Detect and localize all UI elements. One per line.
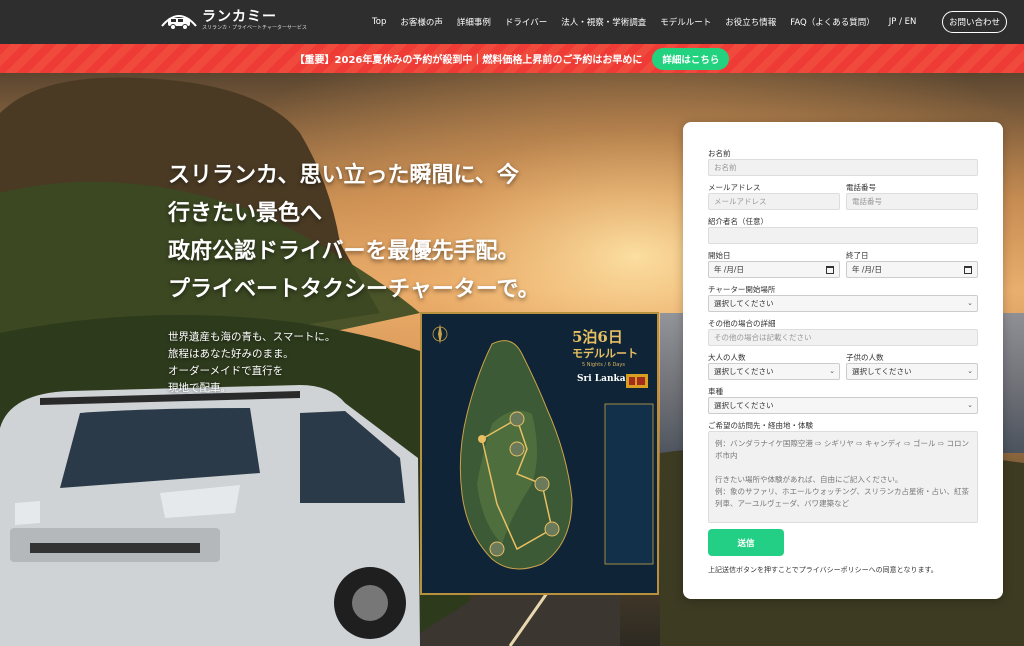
hero-section: スリランカ、思い立った瞬間に、今 行きたい景色へ 政府公認ドライバーを最優先手配…	[0, 73, 1024, 646]
phone-field[interactable]: 電話番号	[846, 193, 978, 210]
hero-title-line: スリランカ、思い立った瞬間に、今	[168, 163, 519, 188]
poster-subtitle: 5 Nights / 6 Days	[582, 362, 625, 368]
other-details-field[interactable]: その他の場合は記載ください	[708, 329, 978, 346]
hero-subtitle-line: オーダーメイドで直行を	[168, 365, 284, 377]
inquiry-form: お名前 お名前 メールアドレス メールアドレス 電話番号 電話番号 紹介者名（任…	[683, 122, 1003, 599]
wish-label: ご希望の訪問先・経由地・体験	[708, 421, 813, 430]
vehicle-label: 車種	[708, 387, 723, 396]
site-header: ランカミー スリランカ・プライベートチャーターサービス Top お客様の声 詳細…	[0, 0, 1024, 44]
hero-subtitle-line: 現地で配車。	[168, 382, 231, 394]
logo-car-icon	[160, 8, 198, 32]
nav-model-route[interactable]: モデルルート	[660, 16, 711, 28]
adults-select[interactable]: 選択してください ⌄	[708, 363, 840, 380]
referrer-field[interactable]	[708, 227, 978, 244]
email-label: メールアドレス	[708, 183, 761, 192]
chevron-down-icon: ⌄	[829, 367, 835, 375]
nav-corporate[interactable]: 法人・視察・学術調査	[561, 16, 646, 28]
chevron-down-icon: ⌄	[967, 367, 973, 375]
language-switch[interactable]: JP / EN	[889, 17, 917, 27]
nav-top[interactable]: Top	[372, 17, 386, 27]
pickup-select[interactable]: 選択してください ⌄	[708, 295, 978, 312]
hero-subtitle: 世界遺産も海の青も、スマートに。 旅程はあなた好みのまま。 オーダーメイドで直行…	[168, 329, 335, 397]
end-date-field[interactable]: 年 /月/日	[846, 261, 978, 278]
name-label: お名前	[708, 149, 731, 158]
site-logo[interactable]: ランカミー スリランカ・プライベートチャーターサービス	[160, 8, 307, 32]
main-nav: Top お客様の声 詳細事例 ドライバー 法人・視察・学術調査 モデルルート お…	[372, 0, 930, 44]
privacy-note: 上記送信ボタンを押すことでプライバシーポリシーへの同意となります。	[708, 566, 938, 574]
chevron-down-icon: ⌄	[967, 299, 973, 307]
hero-subtitle-line: 世界遺産も海の青も、スマートに。	[168, 331, 336, 343]
announcement-bar: 【重要】2026年夏休みの予約が殺到中｜燃料価格上昇前のご予約はお早めに 詳細は…	[0, 44, 1024, 73]
wish-textarea[interactable]: 例：バンダラナイケ国際空港 ⇨ シギリヤ ⇨ キャンディ ⇨ ゴール ⇨ コロン…	[708, 431, 978, 523]
logo-title: ランカミー	[202, 8, 277, 25]
submit-button[interactable]: 送信	[708, 529, 784, 556]
nav-drivers[interactable]: ドライバー	[505, 16, 547, 28]
poster-country: Sri Lanka	[577, 374, 626, 384]
nav-cases[interactable]: 詳細事例	[457, 16, 491, 28]
vehicle-select[interactable]: 選択してください ⌄	[708, 397, 978, 414]
calendar-icon[interactable]	[826, 266, 834, 274]
nav-useful-info[interactable]: お役立ち情報	[725, 16, 776, 28]
pickup-select-value: 選択してください	[714, 299, 774, 308]
end-date-value: 年 /月/日	[852, 265, 882, 274]
contact-button[interactable]: お問い合わせ	[942, 11, 1007, 33]
referrer-label: 紹介者名（任意）	[708, 217, 768, 226]
name-field[interactable]: お名前	[708, 159, 978, 176]
hero-title-line: 政府公認ドライバーを最優先手配。	[168, 239, 520, 264]
poster-title: 5泊6日	[572, 328, 623, 346]
other-details-label: その他の場合の詳細	[708, 319, 776, 328]
nav-faq[interactable]: FAQ（よくある質問）	[790, 16, 874, 28]
model-route-map-poster[interactable]: 5泊6日 モデルルート 5 Nights / 6 Days Sri Lanka	[420, 312, 659, 595]
children-select[interactable]: 選択してください ⌄	[846, 363, 978, 380]
pickup-label: チャーター開始場所	[708, 285, 776, 294]
chevron-down-icon: ⌄	[967, 401, 973, 409]
start-date-label: 開始日	[708, 251, 731, 260]
announcement-text: 【重要】2026年夏休みの予約が殺到中｜燃料価格上昇前のご予約はお早めに	[294, 55, 643, 66]
start-date-field[interactable]: 年 /月/日	[708, 261, 840, 278]
children-select-value: 選択してください	[852, 367, 912, 376]
adults-select-value: 選択してください	[714, 367, 774, 376]
hero-title: スリランカ、思い立った瞬間に、今 行きたい景色へ 政府公認ドライバーを最優先手配…	[168, 157, 540, 309]
adults-label: 大人の人数	[708, 353, 746, 362]
vehicle-select-value: 選択してください	[714, 401, 774, 410]
hero-title-line: プライベートタクシーチャーターで。	[168, 277, 540, 302]
poster-title-route: モデルルート	[572, 347, 638, 360]
phone-label: 電話番号	[846, 183, 876, 192]
calendar-icon[interactable]	[964, 266, 972, 274]
hero-subtitle-line: 旅程はあなた好みのまま。	[168, 348, 294, 360]
email-field[interactable]: メールアドレス	[708, 193, 840, 210]
end-date-label: 終了日	[846, 251, 869, 260]
logo-subtitle: スリランカ・プライベートチャーターサービス	[202, 24, 307, 31]
hero-title-line: 行きたい景色へ	[168, 201, 323, 226]
children-label: 子供の人数	[846, 353, 884, 362]
nav-voices[interactable]: お客様の声	[400, 16, 443, 28]
announcement-details-button[interactable]: 詳細はこちら	[652, 47, 730, 70]
start-date-value: 年 /月/日	[714, 265, 744, 274]
